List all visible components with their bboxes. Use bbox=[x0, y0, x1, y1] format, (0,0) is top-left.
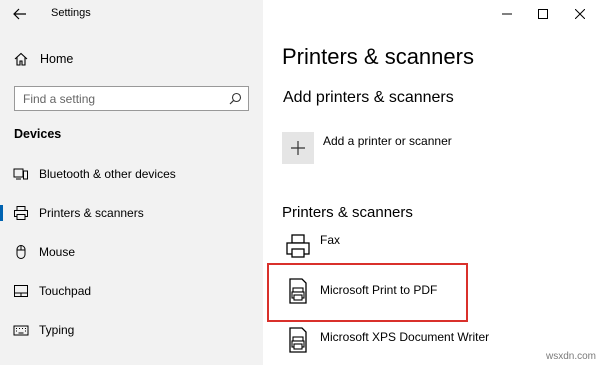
sidebar: Settings Home Find a setting Devices Blu… bbox=[0, 0, 263, 365]
home-label: Home bbox=[40, 52, 74, 66]
sidebar-item-label: Mouse bbox=[39, 245, 76, 259]
titlebar-left: Settings bbox=[0, 0, 263, 28]
add-printer-label[interactable]: Add a printer or scanner bbox=[323, 134, 452, 148]
printer-item-pdf[interactable]: Microsoft Print to PDF bbox=[268, 273, 600, 313]
sidebar-item-label: Touchpad bbox=[39, 284, 92, 298]
printer-item-fax[interactable]: Fax bbox=[268, 228, 600, 268]
back-button[interactable] bbox=[8, 3, 32, 25]
section-heading-devices: Devices bbox=[14, 127, 62, 141]
titlebar-right bbox=[263, 0, 600, 28]
watermark: wsxdn.com bbox=[545, 351, 596, 362]
printers-list-heading: Printers & scanners bbox=[282, 204, 413, 221]
sidebar-item-label: Bluetooth & other devices bbox=[39, 167, 176, 181]
search-placeholder: Find a setting bbox=[23, 92, 96, 106]
sidebar-item-typing[interactable]: Typing bbox=[0, 315, 263, 345]
selection-indicator bbox=[0, 205, 3, 221]
bluetooth-devices-icon bbox=[13, 168, 28, 180]
home-icon bbox=[14, 52, 28, 66]
page-title: Printers & scanners bbox=[282, 44, 474, 69]
close-button[interactable] bbox=[566, 3, 594, 25]
touchpad-icon bbox=[14, 285, 28, 297]
sidebar-item-printers[interactable]: Printers & scanners bbox=[0, 198, 263, 228]
search-icon[interactable] bbox=[229, 92, 242, 105]
pdf-printer-icon bbox=[289, 278, 307, 304]
fax-icon bbox=[286, 234, 310, 258]
back-arrow-icon bbox=[13, 8, 26, 20]
keyboard-icon bbox=[13, 325, 29, 336]
mouse-icon bbox=[16, 245, 26, 259]
printer-label: Microsoft XPS Document Writer bbox=[320, 330, 490, 344]
sidebar-item-touchpad[interactable]: Touchpad bbox=[0, 276, 263, 306]
xps-printer-icon bbox=[289, 327, 307, 353]
maximize-button[interactable] bbox=[529, 3, 557, 25]
plus-icon bbox=[291, 141, 305, 155]
minimize-button[interactable] bbox=[493, 3, 521, 25]
app-title: Settings bbox=[51, 7, 91, 19]
sidebar-item-bluetooth[interactable]: Bluetooth & other devices bbox=[0, 159, 263, 189]
add-printer-button[interactable] bbox=[282, 132, 314, 164]
minimize-icon bbox=[502, 13, 512, 15]
home-nav-item[interactable]: Home bbox=[0, 47, 263, 73]
printer-label: Fax bbox=[320, 233, 341, 247]
printer-icon bbox=[14, 206, 28, 220]
printer-label: Microsoft Print to PDF bbox=[320, 283, 438, 297]
maximize-icon bbox=[538, 9, 548, 19]
sidebar-item-label: Typing bbox=[39, 323, 75, 337]
sidebar-item-label: Printers & scanners bbox=[39, 206, 144, 220]
close-icon bbox=[575, 9, 585, 19]
sidebar-item-mouse[interactable]: Mouse bbox=[0, 237, 263, 267]
search-input[interactable]: Find a setting bbox=[14, 86, 249, 111]
add-section-heading: Add printers & scanners bbox=[283, 89, 454, 106]
